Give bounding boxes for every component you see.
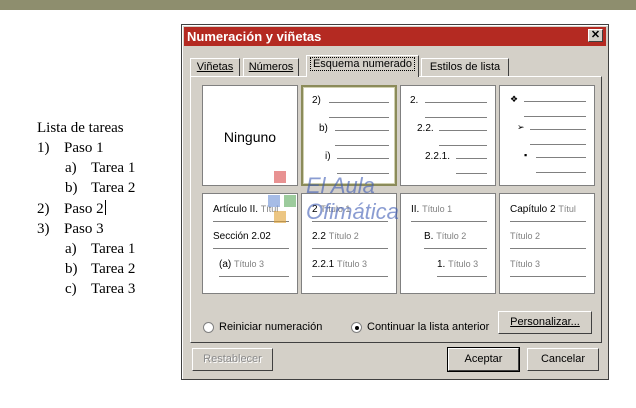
heading-style-name: Título 3 xyxy=(510,259,541,269)
list-text: Tarea 2 xyxy=(91,261,136,277)
tab-vinetas[interactable]: Viñetas xyxy=(190,58,240,77)
button-label: Aceptar xyxy=(464,353,503,365)
diamond-bullet-icon: ❖ xyxy=(510,94,519,104)
heading-style-name: Título 3 xyxy=(234,259,265,269)
outline-option-none[interactable]: Ninguno xyxy=(202,85,298,186)
close-button[interactable]: ✕ xyxy=(588,29,603,42)
list-text: Tarea 1 xyxy=(91,241,136,257)
radio-label: Continuar la lista anterior xyxy=(367,321,490,333)
list-item: b) Tarea 2 xyxy=(65,178,135,199)
list-item: c) Tarea 3 xyxy=(65,279,135,300)
outline-option-article-section[interactable]: Artículo II. Títul Sección 2.02 (a) Títu… xyxy=(202,193,298,294)
heading-style-name: Títul xyxy=(260,204,279,214)
heading-style-name: Título 1 xyxy=(320,204,351,214)
list-item: a) Tarea 1 xyxy=(65,158,135,179)
tab-numeros[interactable]: Números xyxy=(243,58,299,77)
option-label: Ninguno xyxy=(223,129,277,145)
button-label: Personalizar... xyxy=(510,316,580,328)
list-text: Paso 3 xyxy=(64,221,104,237)
level2-label: B. xyxy=(424,231,434,242)
level1-label: Artículo II. xyxy=(213,204,259,215)
customize-button[interactable]: Personalizar... xyxy=(498,311,592,334)
outline-option-bullets[interactable]: ❖ ➢ ▪ xyxy=(499,85,595,186)
list-text: Paso 2 xyxy=(64,201,104,217)
heading-style-name: Título 2 xyxy=(328,231,359,241)
tab-esquema-numerado[interactable]: Esquema numerado xyxy=(306,55,419,77)
list-text: Paso 1 xyxy=(64,140,104,156)
tab-estilos-de-lista[interactable]: Estilos de lista xyxy=(421,58,509,77)
level2-label: Sección 2.02 xyxy=(213,231,271,242)
heading-style-name: Título 1 xyxy=(422,204,453,214)
level3-label: (a) xyxy=(219,259,232,270)
list-number: b) xyxy=(65,180,78,196)
level2-label: 2.2 xyxy=(312,231,326,242)
list-item: 3) Paso 3 xyxy=(37,219,104,240)
list-number: 1) xyxy=(37,140,50,156)
outline-option-numbered-parenthesis[interactable]: 2) b) i) xyxy=(301,85,397,186)
list-item: a) Tarea 1 xyxy=(65,239,135,260)
list-number: c) xyxy=(65,281,77,297)
tab-label: Viñetas xyxy=(196,61,234,73)
tab-label: Estilos de lista xyxy=(429,61,501,73)
list-text: Tarea 2 xyxy=(91,180,136,196)
radio-checked-icon xyxy=(351,322,362,333)
level3-label: i) xyxy=(325,151,331,162)
list-item: 1) Paso 1 xyxy=(37,138,104,159)
level3-label: 1. xyxy=(437,259,446,270)
outline-option-heading-roman[interactable]: II. Título 1 B. Título 2 1. Título 3 xyxy=(400,193,496,294)
list-number: b) xyxy=(65,261,78,277)
close-icon: ✕ xyxy=(590,29,601,41)
level3-label: 2.2.1 xyxy=(312,259,335,270)
cancel-button[interactable]: Cancelar xyxy=(527,348,599,371)
heading-style-name: Título 2 xyxy=(510,231,541,241)
tab-label: Números xyxy=(248,61,294,73)
list-number: 3) xyxy=(37,221,50,237)
level2-label: b) xyxy=(319,123,328,134)
heading-style-name: Título 2 xyxy=(436,231,467,241)
top-bar xyxy=(0,0,636,10)
heading-style-name: Título 3 xyxy=(448,259,479,269)
document-title: Lista de tareas xyxy=(37,120,124,136)
button-label: Cancelar xyxy=(540,353,586,365)
ok-button[interactable]: Aceptar xyxy=(447,347,520,372)
level3-label: 2.2.1. xyxy=(425,151,451,162)
level1-label: 2) xyxy=(312,95,321,106)
list-number: a) xyxy=(65,241,77,257)
level2-label: 2.2. xyxy=(417,123,434,134)
outline-option-decimal[interactable]: 2. 2.2. 2.2.1. xyxy=(400,85,496,186)
list-text: Tarea 3 xyxy=(91,281,136,297)
tab-label: Esquema numerado xyxy=(309,57,416,71)
arrow-bullet-icon: ➢ xyxy=(517,122,525,132)
list-number: 2) xyxy=(37,201,50,217)
radio-label: Reiniciar numeración xyxy=(219,321,323,333)
text-cursor xyxy=(104,200,106,215)
dialog-titlebar[interactable]: Numeración y viñetas ✕ xyxy=(184,27,606,46)
heading-style-name: Títul xyxy=(558,204,576,214)
level1-label: 2 xyxy=(312,204,318,215)
outline-option-chapter[interactable]: Capítulo 2 Títul Título 2 Título 3 xyxy=(499,193,595,294)
bullets-numbering-dialog: Numeración y viñetas ✕ Viñetas Números E… xyxy=(181,24,609,380)
level1-label: II. xyxy=(411,204,420,215)
list-item: b) Tarea 2 xyxy=(65,259,135,280)
list-number: a) xyxy=(65,160,77,176)
button-label: Restablecer xyxy=(203,353,262,365)
level1-label: 2. xyxy=(410,95,419,106)
list-item: 2) Paso 2 xyxy=(37,199,106,220)
outline-option-heading-decimal[interactable]: 2 Título 1 2.2 Título 2 2.2.1 Título 3 xyxy=(301,193,397,294)
heading-style-name: Título 3 xyxy=(337,259,368,269)
radio-unchecked-icon xyxy=(203,322,214,333)
square-bullet-icon: ▪ xyxy=(524,150,528,160)
dialog-title: Numeración y viñetas xyxy=(187,29,322,44)
list-text: Tarea 1 xyxy=(91,160,136,176)
tab-panel: Ninguno 2) b) i) 2. 2.2. 2.2.1. ❖ ➢ ▪ Ar… xyxy=(190,76,602,343)
reset-button[interactable]: Restablecer xyxy=(192,348,273,371)
level1-label: Capítulo 2 xyxy=(510,204,556,215)
